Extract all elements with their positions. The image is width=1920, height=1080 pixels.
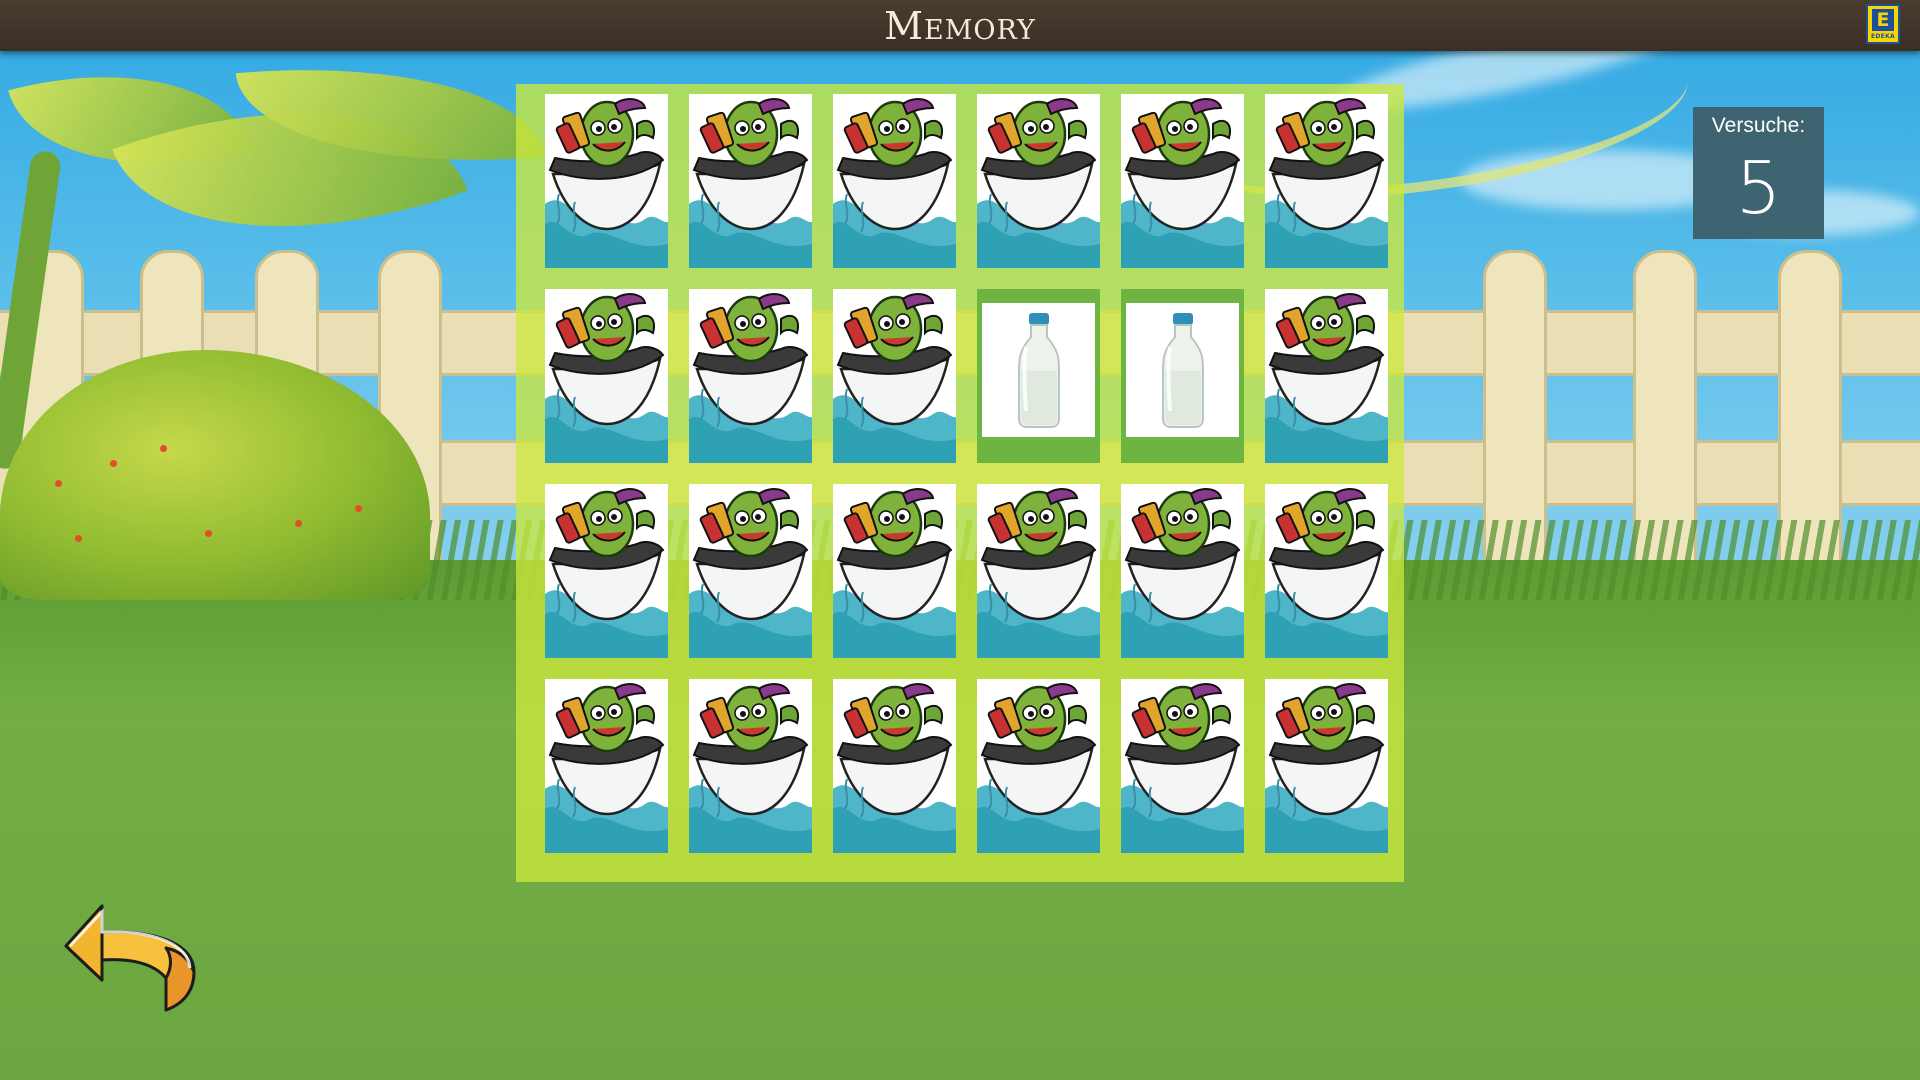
memory-card-hidden[interactable] [1265, 289, 1388, 463]
cucumber-bathtub-icon [833, 679, 956, 853]
attempts-value: 5 [1735, 146, 1782, 230]
memory-card-hidden[interactable] [977, 94, 1100, 268]
memory-card-hidden[interactable] [1265, 484, 1388, 658]
logo-letter: E [1872, 8, 1894, 31]
berry [110, 460, 117, 467]
cucumber-bathtub-icon [977, 94, 1100, 268]
berry [75, 535, 82, 542]
memory-card-hidden[interactable] [833, 94, 956, 268]
cucumber-bathtub-icon [1265, 484, 1388, 658]
cucumber-bathtub-icon [1121, 94, 1244, 268]
memory-card-hidden[interactable] [545, 94, 668, 268]
edeka-logo: E EDEKA [1866, 4, 1900, 44]
cucumber-bathtub-icon [545, 289, 668, 463]
cucumber-bathtub-icon [689, 94, 812, 268]
curved-back-arrow-icon [64, 904, 196, 1012]
memory-card-revealed[interactable] [977, 289, 1100, 463]
cucumber-bathtub-icon [545, 94, 668, 268]
memory-card-hidden[interactable] [1121, 484, 1244, 658]
cucumber-bathtub-icon [545, 484, 668, 658]
logo-wordmark: EDEKA [1871, 32, 1895, 40]
memory-card-hidden[interactable] [833, 484, 956, 658]
memory-card-hidden[interactable] [545, 289, 668, 463]
berry [205, 530, 212, 537]
card-face [1126, 303, 1239, 437]
memory-card-hidden[interactable] [977, 484, 1100, 658]
cucumber-bathtub-icon [689, 289, 812, 463]
memory-card-hidden[interactable] [1121, 679, 1244, 853]
cucumber-bathtub-icon [1121, 484, 1244, 658]
memory-card-hidden[interactable] [545, 484, 668, 658]
attempts-counter: Versuche: 5 [1693, 107, 1824, 239]
cucumber-bathtub-icon [689, 484, 812, 658]
cucumber-bathtub-icon [545, 679, 668, 853]
cucumber-bathtub-icon [1121, 679, 1244, 853]
page-title: Memory [884, 3, 1036, 48]
memory-card-hidden[interactable] [689, 94, 812, 268]
berry [55, 480, 62, 487]
memory-card-revealed[interactable] [1121, 289, 1244, 463]
memory-card-hidden[interactable] [977, 679, 1100, 853]
header-bar: Memory E EDEKA [0, 0, 1920, 51]
berry [355, 505, 362, 512]
cucumber-bathtub-icon [977, 484, 1100, 658]
cucumber-bathtub-icon [833, 289, 956, 463]
attempts-label: Versuche: [1711, 114, 1806, 137]
back-button[interactable] [62, 898, 198, 1018]
cucumber-bathtub-icon [977, 679, 1100, 853]
memory-card-hidden[interactable] [689, 484, 812, 658]
cucumber-bathtub-icon [833, 94, 956, 268]
memory-card-hidden[interactable] [689, 289, 812, 463]
cucumber-bathtub-icon [833, 484, 956, 658]
berry [160, 445, 167, 452]
berry [295, 520, 302, 527]
card-face [982, 303, 1095, 437]
memory-card-hidden[interactable] [545, 679, 668, 853]
memory-card-hidden[interactable] [1265, 679, 1388, 853]
milk-bottle-icon [1161, 313, 1204, 428]
memory-card-hidden[interactable] [1121, 94, 1244, 268]
cucumber-bathtub-icon [1265, 679, 1388, 853]
memory-card-hidden[interactable] [689, 679, 812, 853]
cucumber-bathtub-icon [689, 679, 812, 853]
cucumber-bathtub-icon [1265, 94, 1388, 268]
milk-bottle-icon [1017, 313, 1060, 428]
memory-card-hidden[interactable] [833, 289, 956, 463]
cucumber-bathtub-icon [1265, 289, 1388, 463]
memory-card-hidden[interactable] [1265, 94, 1388, 268]
memory-card-hidden[interactable] [833, 679, 956, 853]
memory-board [516, 84, 1404, 882]
